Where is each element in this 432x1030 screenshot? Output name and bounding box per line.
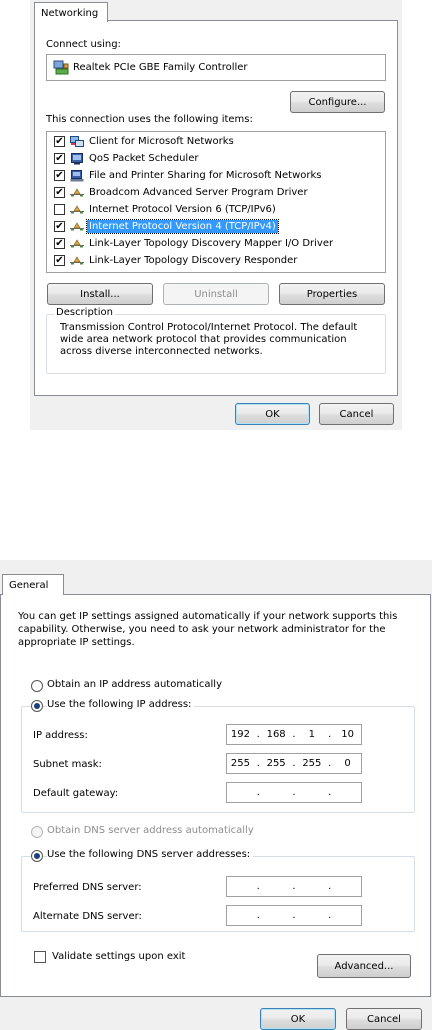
mask-octet-3: 255 xyxy=(302,758,322,769)
item-checkbox[interactable]: ✔ xyxy=(54,238,65,249)
ok-button[interactable]: OK xyxy=(235,403,310,425)
mask-octet-1: 255 xyxy=(230,758,250,769)
mask-octet-2: 255 xyxy=(266,758,286,769)
networking-properties-dialog: Networking Connect using: Realtek PCIe G… xyxy=(30,0,402,430)
alternate-dns-label: Alternate DNS server: xyxy=(33,911,142,922)
list-item[interactable]: ✔ File and Printer Sharing for Microsoft … xyxy=(48,167,384,184)
validate-label[interactable]: Validate settings upon exit xyxy=(52,951,185,962)
properties-button[interactable]: Properties xyxy=(279,283,385,305)
ip-octet-4: 10 xyxy=(341,729,354,740)
ip-separator: . xyxy=(292,910,296,921)
adapter-name-text: Realtek PCIe GBE Family Controller xyxy=(73,62,248,73)
item-checkbox[interactable]: ✔ xyxy=(54,170,65,181)
ip-separator: . xyxy=(292,787,296,798)
ip-separator: . xyxy=(256,787,260,798)
ip-separator: . xyxy=(292,758,296,769)
obtain-ip-auto-radio[interactable] xyxy=(31,680,43,692)
ip-separator: . xyxy=(328,910,332,921)
list-item[interactable]: ✔ Link-Layer Topology Discovery Mapper I/… xyxy=(48,235,384,252)
description-title: Description xyxy=(54,307,115,318)
ip-octet-2: 168 xyxy=(266,729,286,740)
configure-button[interactable]: Configure... xyxy=(290,91,385,113)
ip-address-label: IP address: xyxy=(33,730,88,741)
obtain-dns-auto-label: Obtain DNS server address automatically xyxy=(47,825,254,836)
alternate-dns-input[interactable]: ... xyxy=(226,905,362,926)
ip-separator: . xyxy=(256,758,260,769)
description-text: Transmission Control Protocol/Internet P… xyxy=(60,322,358,357)
protocol-icon xyxy=(70,186,84,199)
use-following-dns-radio[interactable] xyxy=(31,850,43,862)
ip-separator: . xyxy=(256,910,260,921)
mask-octet-4: 0 xyxy=(344,758,351,769)
ip-address-input[interactable]: 192. 168. 1. 10 xyxy=(226,724,362,745)
protocol-icon xyxy=(70,220,84,233)
use-following-ip-radio[interactable] xyxy=(31,700,43,712)
ip-octet-1: 192 xyxy=(230,729,250,740)
validate-checkbox[interactable] xyxy=(34,951,46,963)
printer-sharing-icon xyxy=(70,169,84,182)
tab-networking-label: Networking xyxy=(41,8,99,19)
advanced-button[interactable]: Advanced... xyxy=(317,954,411,978)
item-checkbox[interactable] xyxy=(54,204,65,215)
list-item-label: File and Printer Sharing for Microsoft N… xyxy=(89,170,322,181)
list-item-label: Internet Protocol Version 4 (TCP/IPv4) xyxy=(86,219,279,234)
ip-separator: . xyxy=(292,729,296,740)
uninstall-button: Uninstall xyxy=(163,283,269,305)
protocol-icon xyxy=(70,254,84,267)
cancel-button[interactable]: Cancel xyxy=(319,403,394,425)
item-checkbox[interactable]: ✔ xyxy=(54,255,65,266)
intro-text: You can get IP settings assigned automat… xyxy=(18,611,398,648)
ip-separator: . xyxy=(328,758,332,769)
default-gateway-label: Default gateway: xyxy=(33,788,119,799)
adapter-name-field: Realtek PCIe GBE Family Controller xyxy=(46,54,386,81)
list-item-label: Link-Layer Topology Discovery Mapper I/O… xyxy=(89,238,334,249)
list-item[interactable]: Internet Protocol Version 6 (TCP/IPv6) xyxy=(48,201,384,218)
item-checkbox[interactable]: ✔ xyxy=(54,136,65,147)
list-item[interactable]: ✔ Internet Protocol Version 4 (TCP/IPv4) xyxy=(48,218,384,235)
network-adapter-icon xyxy=(53,60,69,75)
list-item-label: Internet Protocol Version 6 (TCP/IPv6) xyxy=(89,204,276,215)
items-list-label: This connection uses the following items… xyxy=(46,114,253,125)
ip-separator: . xyxy=(292,881,296,892)
default-gateway-input[interactable]: ... xyxy=(226,782,362,803)
tab-networking[interactable]: Networking xyxy=(34,2,108,22)
list-item[interactable]: ✔ Broadcom Advanced Server Program Driver xyxy=(48,184,384,201)
list-item[interactable]: ✔ Client for Microsoft Networks xyxy=(48,133,384,150)
ip-separator: . xyxy=(256,729,260,740)
list-item[interactable]: ✔ QoS Packet Scheduler xyxy=(48,150,384,167)
cancel-button[interactable]: Cancel xyxy=(346,1008,422,1030)
install-button[interactable]: Install... xyxy=(47,283,153,305)
ip-separator: . xyxy=(328,881,332,892)
item-checkbox[interactable]: ✔ xyxy=(54,153,65,164)
ip-octet-3: 1 xyxy=(308,729,316,740)
list-item[interactable]: ✔ Link-Layer Topology Discovery Responder xyxy=(48,252,384,269)
preferred-dns-input[interactable]: ... xyxy=(226,876,362,897)
network-client-icon xyxy=(70,135,84,148)
preferred-dns-label: Preferred DNS server: xyxy=(33,882,142,893)
ip-separator: . xyxy=(256,881,260,892)
ipv4-properties-dialog: General You can get IP settings assigned… xyxy=(0,560,432,1030)
protocol-icon xyxy=(70,237,84,250)
use-following-ip-label[interactable]: Use the following IP address: xyxy=(47,699,195,710)
subnet-mask-input[interactable]: 255. 255. 255. 0 xyxy=(226,753,362,774)
subnet-mask-label: Subnet mask: xyxy=(33,759,102,770)
protocol-icon xyxy=(70,203,84,216)
tab-general[interactable]: General xyxy=(2,574,64,595)
tab-general-label: General xyxy=(9,580,49,591)
list-item-label: Client for Microsoft Networks xyxy=(89,136,234,147)
list-item-label: Link-Layer Topology Discovery Responder xyxy=(89,255,298,266)
obtain-dns-auto-radio xyxy=(31,826,43,838)
obtain-ip-auto-label[interactable]: Obtain an IP address automatically xyxy=(47,679,222,690)
item-checkbox[interactable]: ✔ xyxy=(54,187,65,198)
ok-button[interactable]: OK xyxy=(260,1008,336,1030)
list-item-label: Broadcom Advanced Server Program Driver xyxy=(89,187,308,198)
connect-using-label: Connect using: xyxy=(46,39,121,50)
ip-separator: . xyxy=(328,729,332,740)
ip-separator: . xyxy=(328,787,332,798)
service-icon xyxy=(70,152,84,165)
list-item-label: QoS Packet Scheduler xyxy=(89,153,199,164)
item-checkbox[interactable]: ✔ xyxy=(54,221,65,232)
components-list[interactable]: ✔ Client for Microsoft Networks ✔ QoS Packe… xyxy=(46,131,386,273)
use-following-dns-label[interactable]: Use the following DNS server addresses: xyxy=(47,849,254,860)
